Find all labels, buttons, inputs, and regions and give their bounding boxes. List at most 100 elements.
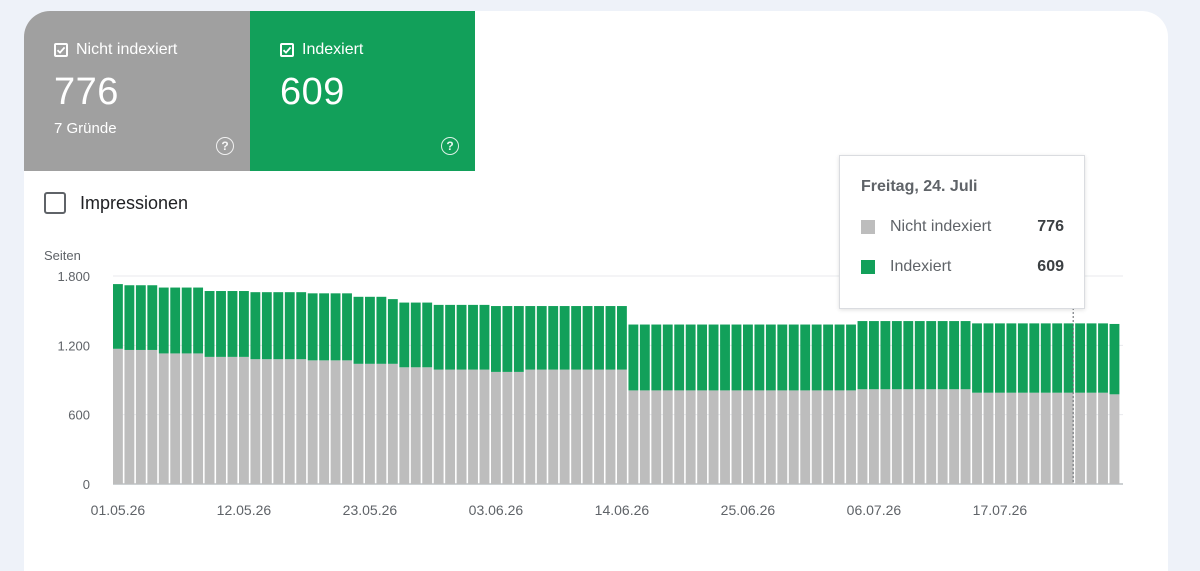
- chart-tooltip: Freitag, 24. Juli Nicht indexiert 776 In…: [839, 155, 1085, 309]
- bar-indexed: [113, 284, 123, 349]
- bar-not-indexed: [605, 369, 616, 484]
- bar-not-indexed: [914, 389, 925, 484]
- bar-indexed: [995, 323, 1005, 393]
- bar-not-indexed: [949, 389, 960, 484]
- bar-not-indexed: [662, 390, 673, 484]
- report-card: Nicht indexiert 776 7 Gründe ? Indexiert…: [24, 11, 1168, 571]
- bar-indexed: [1052, 323, 1063, 393]
- bar-not-indexed: [960, 389, 971, 484]
- tooltip-row: Nicht indexiert 776: [861, 218, 1064, 236]
- bar-indexed: [857, 321, 868, 390]
- bar-not-indexed: [972, 392, 982, 484]
- bar-not-indexed: [365, 363, 375, 484]
- bar-indexed: [662, 324, 673, 391]
- bar-indexed: [330, 293, 341, 361]
- bar-not-indexed: [743, 390, 753, 484]
- bar-indexed: [1086, 323, 1097, 393]
- x-tick-label: 01.05.26: [91, 502, 146, 518]
- bar-not-indexed: [765, 390, 776, 484]
- bar-indexed: [926, 321, 937, 390]
- bar-indexed: [674, 324, 685, 391]
- bar-indexed: [261, 292, 272, 360]
- bar-not-indexed: [1040, 392, 1051, 484]
- tooltip-row-name: Indexiert: [890, 258, 952, 275]
- bar-indexed: [296, 292, 307, 360]
- bar-not-indexed: [124, 349, 135, 484]
- tooltip-row-name: Nicht indexiert: [890, 218, 992, 235]
- bar-indexed: [1017, 323, 1028, 393]
- bar-indexed: [193, 287, 204, 354]
- legend-swatch: [861, 260, 875, 274]
- bar-indexed: [823, 324, 834, 391]
- bar-indexed: [376, 296, 387, 364]
- bar-indexed: [353, 296, 364, 364]
- bar-indexed: [158, 287, 169, 354]
- bar-not-indexed: [216, 356, 226, 484]
- y-tick-label: 600: [68, 408, 90, 423]
- bar-indexed: [869, 321, 879, 390]
- tooltip-row-value: 609: [1037, 258, 1064, 275]
- bar-not-indexed: [777, 390, 788, 484]
- bar-indexed: [651, 324, 662, 391]
- x-tick-label: 03.06.26: [469, 502, 524, 518]
- bar-not-indexed: [548, 369, 559, 484]
- bar-indexed: [685, 324, 696, 391]
- bar-indexed: [181, 287, 192, 354]
- bar-not-indexed: [376, 363, 387, 484]
- y-tick-label: 1.200: [57, 338, 90, 353]
- legend-swatch: [861, 220, 875, 234]
- bar-indexed: [628, 324, 639, 391]
- bar-not-indexed: [1109, 394, 1120, 484]
- bar-indexed: [1040, 323, 1051, 393]
- bar-not-indexed: [1075, 392, 1086, 484]
- bar-not-indexed: [422, 367, 433, 484]
- bar-indexed: [479, 304, 490, 370]
- bar-indexed: [1098, 323, 1108, 393]
- bar-not-indexed: [800, 390, 811, 484]
- bar-not-indexed: [239, 356, 249, 484]
- bar-not-indexed: [995, 392, 1005, 484]
- bar-not-indexed: [1017, 392, 1028, 484]
- bar-indexed: [708, 324, 719, 391]
- bar-indexed: [800, 324, 811, 391]
- bar-indexed: [216, 291, 226, 357]
- y-tick-label: 0: [83, 477, 90, 492]
- tooltip-row-value: 776: [1037, 218, 1064, 235]
- bar-not-indexed: [227, 356, 238, 484]
- bar-indexed: [972, 323, 982, 393]
- y-tick-label: 1.800: [57, 269, 90, 284]
- bar-not-indexed: [445, 369, 456, 484]
- bar-indexed: [617, 306, 627, 370]
- bar-not-indexed: [342, 360, 352, 484]
- bar-indexed: [880, 321, 891, 390]
- bar-not-indexed: [594, 369, 604, 484]
- bar-indexed: [846, 324, 856, 391]
- bar-not-indexed: [536, 369, 547, 484]
- bar-indexed: [743, 324, 753, 391]
- bar-not-indexed: [261, 359, 272, 484]
- bar-indexed: [410, 302, 421, 368]
- bar-not-indexed: [433, 369, 444, 484]
- bar-not-indexed: [823, 390, 834, 484]
- bar-not-indexed: [468, 369, 478, 484]
- bar-not-indexed: [319, 360, 330, 484]
- bar-indexed: [250, 292, 261, 360]
- bar-not-indexed: [1006, 392, 1017, 484]
- bar-indexed: [605, 306, 616, 370]
- bar-indexed: [949, 321, 960, 390]
- bar-indexed: [491, 306, 501, 372]
- bar-indexed: [834, 324, 845, 391]
- bar-indexed: [937, 321, 948, 390]
- bar-not-indexed: [811, 390, 822, 484]
- bar-not-indexed: [273, 359, 284, 484]
- bar-not-indexed: [834, 390, 845, 484]
- bar-not-indexed: [399, 367, 410, 484]
- bar-not-indexed: [1098, 392, 1108, 484]
- bar-indexed: [811, 324, 822, 391]
- bar-indexed: [513, 306, 524, 372]
- bar-indexed: [124, 285, 135, 350]
- bar-not-indexed: [617, 369, 627, 484]
- bar-indexed: [536, 306, 547, 370]
- bar-not-indexed: [754, 390, 765, 484]
- bar-indexed: [1075, 323, 1086, 393]
